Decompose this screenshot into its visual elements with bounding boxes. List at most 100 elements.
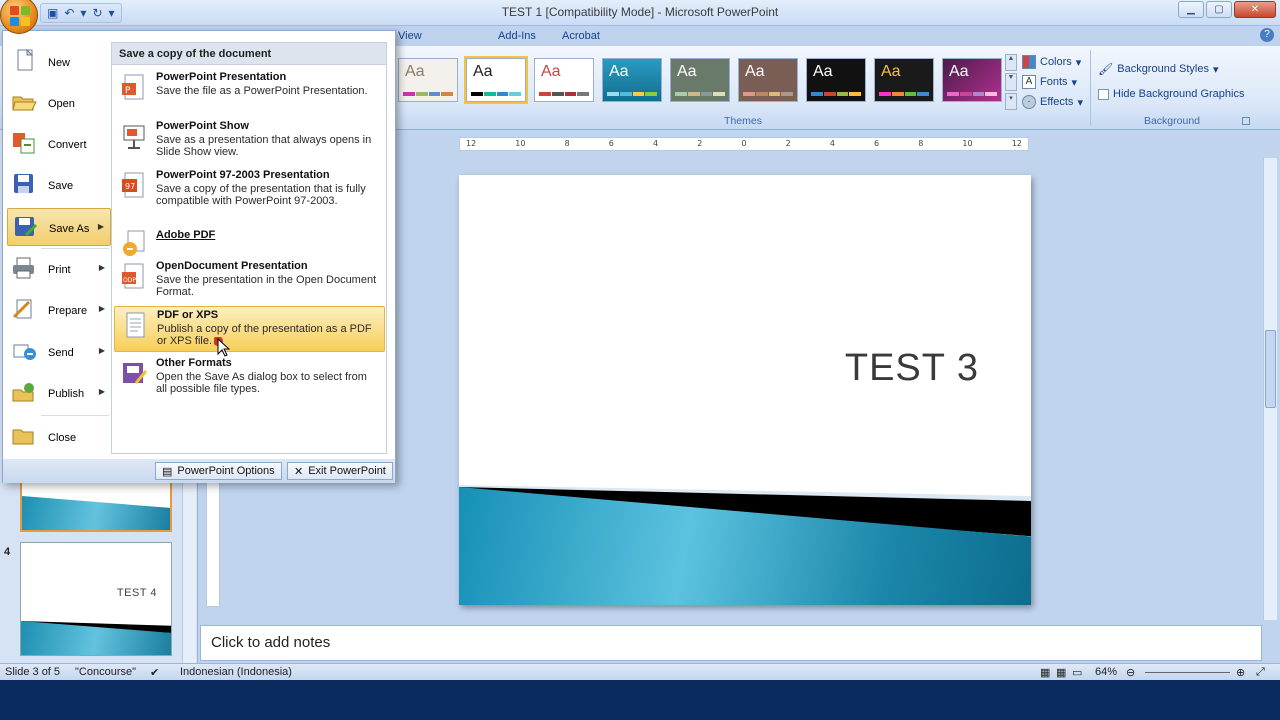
zoom-in-icon[interactable]: ⊕	[1236, 666, 1245, 679]
exit-powerpoint-button[interactable]: ✕ Exit PowerPoint	[287, 462, 393, 480]
menu-item-open[interactable]: Open	[7, 84, 111, 122]
menu-item-print[interactable]: Print ▶	[7, 250, 111, 288]
office-menu: New Open Convert Save Save As ▶ Print ▶ …	[2, 30, 396, 483]
taskbar	[0, 680, 1280, 720]
save-as-powerpoint-97-2003[interactable]: 97 PowerPoint 97-2003 Presentation Save …	[114, 167, 385, 213]
hide-background-graphics-checkbox[interactable]: Hide Background Graphics	[1098, 88, 1244, 100]
submenu-arrow-icon: ▶	[98, 304, 105, 313]
fonts-icon: A	[1022, 75, 1036, 89]
options-icon: ▤	[162, 465, 173, 478]
close-window-button[interactable]: ✕	[1234, 1, 1276, 18]
group-separator	[1090, 50, 1091, 126]
gallery-down-button[interactable]: ▼	[1005, 73, 1017, 91]
title-bar: ▣ ↶ ▾ ↻ ▾ TEST 1 [Compatibility Mode] - …	[0, 0, 1280, 26]
menu-item-send[interactable]: Send ▶	[7, 333, 111, 371]
submenu-arrow-icon: ▶	[98, 346, 105, 355]
vertical-scrollbar[interactable]	[1263, 158, 1277, 620]
view-normal-icon[interactable]: ▦	[1040, 666, 1050, 679]
theme-swatch[interactable]: Aa	[738, 58, 798, 102]
window-controls: ▁ ▢ ✕	[1178, 1, 1276, 18]
background-group-label: Background	[1143, 115, 1201, 127]
status-bar: Slide 3 of 5 "Concourse" ✔ Indonesian (I…	[0, 663, 1280, 680]
theme-swatch[interactable]: Aa	[398, 58, 458, 102]
adobe-pdf-icon	[120, 229, 148, 259]
scrollbar-thumb[interactable]	[1265, 330, 1276, 408]
slide-canvas[interactable]: TEST 3	[459, 175, 1031, 605]
background-styles-icon: 🖌	[1098, 62, 1114, 76]
window-title: TEST 1 [Compatibility Mode] - Microsoft …	[501, 5, 779, 19]
zoom-out-icon[interactable]: ⊖	[1126, 666, 1135, 679]
status-language[interactable]: Indonesian (Indonesia)	[180, 666, 292, 678]
slide-title[interactable]: TEST 3	[845, 347, 979, 390]
printer-icon	[11, 256, 37, 280]
view-slideshow-icon[interactable]: ▭	[1072, 666, 1082, 679]
notes-pane[interactable]: Click to add notes	[200, 625, 1262, 661]
save-as-powerpoint-presentation[interactable]: P PowerPoint Presentation Save the file …	[114, 69, 385, 113]
theme-swatch[interactable]: Aa	[670, 58, 730, 102]
menu-item-save[interactable]: Save	[7, 166, 111, 204]
prepare-icon	[11, 297, 37, 321]
theme-swatch[interactable]: Aa	[874, 58, 934, 102]
send-icon	[11, 339, 37, 363]
office-menu-footer: ▤ PowerPoint Options ✕ Exit PowerPoint	[3, 459, 395, 483]
theme-swatch[interactable]: Aa	[534, 58, 594, 102]
view-sorter-icon[interactable]: ▦	[1056, 666, 1066, 679]
horizontal-ruler: 12 10 8 6 4 2 0 2 4 6 8 10 12	[459, 137, 1029, 151]
thumbnail-title: TEST 4	[116, 587, 157, 599]
status-theme: "Concourse"	[75, 666, 137, 678]
mouse-cursor-icon	[213, 336, 231, 360]
themes-gallery: Aa Aa Aa Aa Aa Aa Aa Aa Aa	[398, 56, 1002, 104]
gallery-up-button[interactable]: ▲	[1005, 54, 1017, 72]
zoom-slider[interactable]	[1145, 672, 1230, 673]
background-options: 🖌 Background Styles ▾ Hide Background Gra…	[1098, 62, 1244, 112]
themes-gallery-scroll: ▲ ▼ ▾	[1005, 54, 1017, 110]
themes-group-label: Themes	[724, 115, 762, 127]
submenu-arrow-icon: ▶	[98, 387, 105, 396]
save-disk-icon	[11, 172, 37, 196]
svg-text:P: P	[125, 86, 131, 96]
menu-item-close[interactable]: Close	[7, 418, 111, 456]
gallery-more-button[interactable]: ▾	[1005, 92, 1017, 110]
save-as-powerpoint-show[interactable]: PowerPoint Show Save as a presentation t…	[114, 118, 385, 164]
slide-thumbnail-4[interactable]: TEST 4	[20, 542, 172, 656]
close-folder-icon	[11, 424, 37, 448]
save-as-pdf-or-xps[interactable]: PDF or XPS Publish a copy of the present…	[114, 306, 385, 352]
menu-item-save-as[interactable]: Save As ▶	[7, 208, 111, 246]
fit-to-window-icon[interactable]: ⤢	[1256, 666, 1265, 679]
tab-acrobat[interactable]: Acrobat	[562, 30, 600, 42]
help-icon[interactable]: ?	[1260, 28, 1274, 42]
publish-icon	[11, 380, 37, 404]
menu-item-prepare[interactable]: Prepare ▶	[7, 291, 111, 329]
fonts-button[interactable]: A Fonts ▾	[1022, 74, 1083, 90]
slide-number: 4	[4, 546, 11, 558]
spellcheck-icon[interactable]: ✔	[150, 666, 159, 679]
menu-item-publish[interactable]: Publish ▶	[7, 374, 111, 412]
office-logo-icon	[10, 6, 30, 26]
save-as-icon	[12, 215, 38, 239]
theme-swatch[interactable]: Aa	[942, 58, 1002, 102]
menu-item-new[interactable]: New	[7, 43, 111, 81]
open-folder-icon	[11, 90, 37, 114]
minimize-button[interactable]: ▁	[1178, 1, 1204, 18]
menu-item-convert[interactable]: Convert	[7, 125, 111, 163]
zoom-level[interactable]: 64%	[1095, 666, 1117, 678]
effects-button[interactable]: · Effects ▾	[1022, 94, 1083, 110]
powerpoint-options-button[interactable]: ▤ PowerPoint Options	[155, 462, 282, 480]
tab-view[interactable]: View	[398, 30, 422, 42]
theme-options: Colors ▾ A Fonts ▾ · Effects ▾	[1022, 54, 1083, 110]
theme-swatch[interactable]: Aa	[602, 58, 662, 102]
background-styles-button[interactable]: 🖌 Background Styles ▾	[1098, 62, 1244, 76]
status-slide-count: Slide 3 of 5	[5, 666, 61, 678]
maximize-button[interactable]: ▢	[1206, 1, 1232, 18]
dialog-launcher-icon[interactable]	[1242, 117, 1250, 125]
checkbox-icon	[1098, 88, 1109, 100]
save-as-opendocument[interactable]: ODP OpenDocument Presentation Save the p…	[114, 258, 385, 304]
theme-swatch-selected[interactable]: Aa	[464, 56, 528, 104]
ppsx-show-icon	[120, 122, 148, 152]
menu-divider	[41, 248, 109, 249]
colors-button[interactable]: Colors ▾	[1022, 54, 1083, 70]
theme-swatch[interactable]: Aa	[806, 58, 866, 102]
other-formats-icon	[120, 359, 148, 389]
tab-add-ins[interactable]: Add-Ins	[498, 30, 536, 42]
save-as-other-formats[interactable]: Other Formats Open the Save As dialog bo…	[114, 355, 385, 401]
